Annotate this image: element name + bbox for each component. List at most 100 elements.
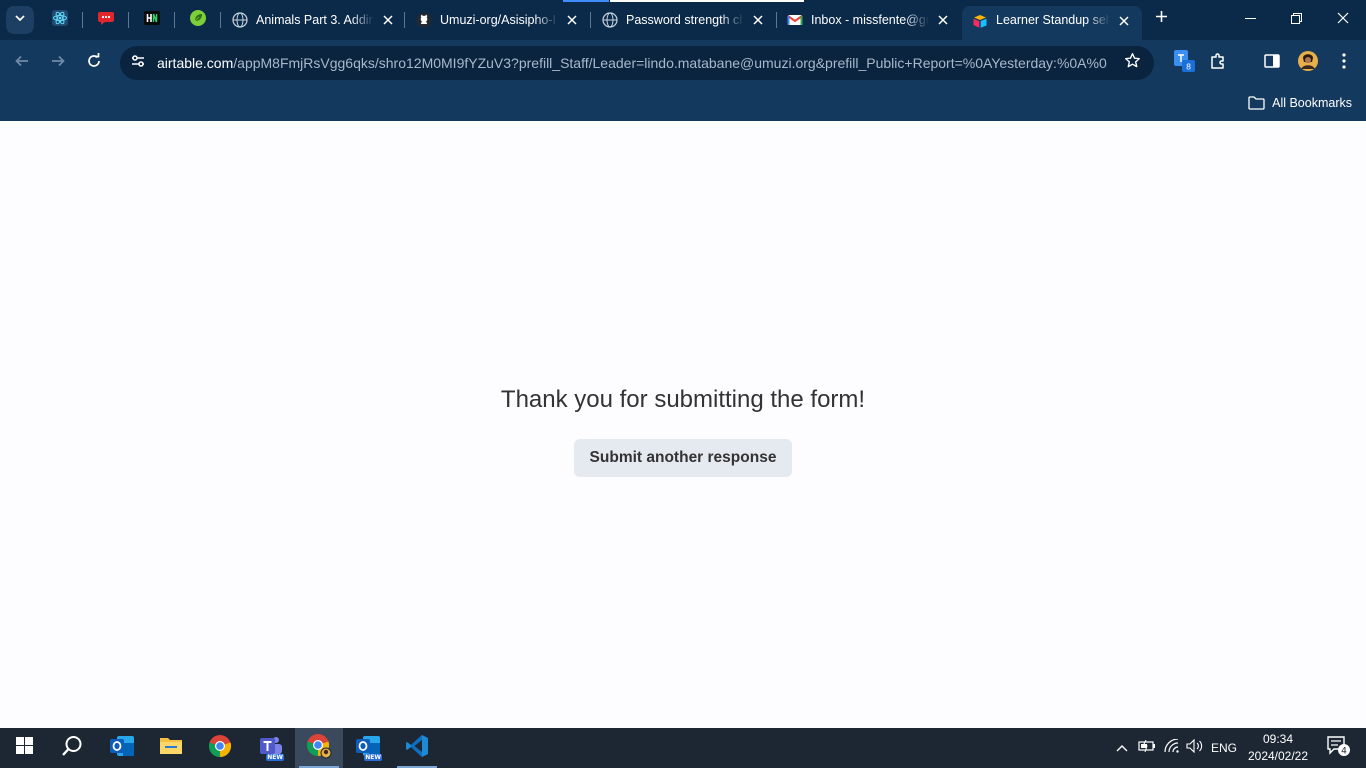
- close-window-button[interactable]: [1320, 0, 1366, 40]
- clock-date: 2024/02/22: [1247, 749, 1309, 763]
- tab-password[interactable]: Password strength ch: [602, 6, 766, 34]
- leaf-icon: [189, 9, 207, 32]
- windows-logo-icon: [15, 737, 33, 759]
- address-bar[interactable]: airtable.com/appM8FmjRsVgg6qks/shro12M0M…: [120, 46, 1154, 80]
- pinned-tab-hn[interactable]: [140, 8, 164, 32]
- clock-time: 09:34: [1262, 732, 1294, 746]
- translate-icon: 8: [1173, 49, 1197, 78]
- network-status[interactable]: [1161, 728, 1183, 768]
- confirmation-message: Thank you for submitting the form!: [500, 386, 866, 413]
- tab-separator: [590, 12, 591, 28]
- pinned-tab-react[interactable]: [48, 8, 72, 32]
- react-icon: [51, 9, 69, 32]
- taskbar-chrome-active[interactable]: [295, 728, 343, 768]
- site-info-button[interactable]: [124, 49, 152, 77]
- tune-icon: [130, 53, 146, 74]
- reload-icon: [86, 52, 102, 74]
- all-bookmarks-label: All Bookmarks: [1272, 96, 1352, 110]
- url-path: /appM8FmjRsVgg6qks/shro12M0MI9fYZuV3?pre…: [233, 55, 1107, 71]
- battery-status[interactable]: [1136, 728, 1158, 768]
- tab-strip: Animals Part 3. Adding Umuzi-org/Asisiph…: [0, 0, 1366, 40]
- github-icon: [416, 12, 432, 28]
- restore-button[interactable]: [1273, 0, 1319, 40]
- restore-icon: [1290, 11, 1302, 29]
- tray-overflow-button[interactable]: [1112, 728, 1132, 768]
- notification-center-button[interactable]: 4: [1318, 728, 1358, 768]
- back-button[interactable]: [7, 48, 37, 78]
- tab-separator: [404, 12, 405, 28]
- extension-badge: 8: [1186, 62, 1191, 71]
- more-vertical-icon: [1342, 52, 1346, 74]
- wifi-icon: [1164, 737, 1180, 758]
- chrome-icon: [208, 734, 232, 763]
- url-text: airtable.com/appM8FmjRsVgg6qks/shro12M0M…: [157, 55, 1107, 71]
- close-icon[interactable]: [1116, 13, 1132, 29]
- globe-icon: [232, 12, 248, 28]
- close-icon: [1337, 11, 1349, 29]
- notification-count: 4: [1341, 746, 1347, 756]
- pinned-tab-leaf[interactable]: [186, 8, 210, 32]
- tab-title: Inbox - missfente@gm: [811, 13, 929, 27]
- folder-icon: [159, 736, 183, 761]
- profile-avatar[interactable]: [1296, 50, 1320, 77]
- taskbar-vscode[interactable]: [393, 728, 441, 768]
- bookmarks-bar: All Bookmarks: [0, 86, 1366, 121]
- browser-menu-button[interactable]: [1332, 51, 1356, 75]
- clock[interactable]: 09:34 2024/02/22: [1244, 728, 1312, 768]
- tab-group-indicator: [563, 0, 609, 2]
- all-bookmarks-button[interactable]: All Bookmarks: [1248, 92, 1352, 114]
- extensions-button[interactable]: [1206, 51, 1230, 75]
- tab-title: Password strength ch: [626, 13, 744, 27]
- globe-icon: [602, 12, 618, 28]
- side-panel-icon: [1264, 53, 1280, 74]
- minimize-button[interactable]: [1227, 0, 1273, 40]
- reload-button[interactable]: [79, 48, 109, 78]
- start-button[interactable]: [0, 728, 48, 768]
- taskbar-outlook-new[interactable]: NEW: [344, 728, 392, 768]
- minimize-icon: [1244, 11, 1256, 29]
- tab-github[interactable]: Umuzi-org/Asisipho-I: [416, 6, 580, 34]
- chevron-down-icon: [14, 11, 26, 29]
- taskbar-chrome[interactable]: [196, 728, 244, 768]
- tab-separator: [776, 12, 777, 28]
- taskbar-search-button[interactable]: [48, 728, 96, 768]
- tab-title: Umuzi-org/Asisipho-I: [440, 13, 557, 27]
- battery-icon: [1138, 739, 1156, 757]
- tab-separator: [220, 12, 221, 28]
- taskbar-file-explorer[interactable]: [147, 728, 195, 768]
- hn-icon: [143, 9, 161, 32]
- tab-airtable[interactable]: Learner Standup self: [962, 6, 1142, 40]
- vscode-icon: [405, 734, 429, 763]
- taskbar-outlook[interactable]: [98, 728, 146, 768]
- new-tab-button[interactable]: [1150, 8, 1172, 30]
- extension-translate-button[interactable]: 8: [1173, 49, 1197, 78]
- search-icon: [61, 735, 83, 762]
- notification-icon: 4: [1325, 735, 1351, 762]
- taskbar-teams[interactable]: NEW: [246, 728, 294, 768]
- chat-bubble-icon: [97, 9, 115, 32]
- close-icon[interactable]: [380, 12, 396, 28]
- pinned-tab-chat[interactable]: [94, 8, 118, 32]
- tab-title: Animals Part 3. Adding: [256, 13, 374, 27]
- close-icon[interactable]: [750, 12, 766, 28]
- chrome-profile-icon: [306, 733, 332, 764]
- forward-button[interactable]: [43, 48, 73, 78]
- url-host: airtable.com: [157, 55, 234, 71]
- arrow-right-icon: [50, 53, 66, 74]
- tab-separator: [82, 12, 83, 28]
- speaker-icon: [1186, 738, 1204, 758]
- volume-control[interactable]: [1184, 728, 1206, 768]
- avatar-icon: [1297, 50, 1319, 77]
- tab-gmail[interactable]: Inbox - missfente@gm: [787, 6, 951, 34]
- submit-another-response-button[interactable]: Submit another response: [574, 439, 792, 477]
- tab-search-button[interactable]: [6, 6, 34, 34]
- close-icon[interactable]: [564, 12, 580, 28]
- bookmark-star-button[interactable]: [1122, 53, 1142, 73]
- side-panel-button[interactable]: [1260, 51, 1284, 75]
- language-indicator[interactable]: ENG: [1208, 728, 1240, 768]
- chevron-up-icon: [1116, 739, 1128, 757]
- tab-animals[interactable]: Animals Part 3. Adding: [232, 6, 396, 34]
- plus-icon: [1155, 10, 1168, 28]
- close-icon[interactable]: [935, 12, 951, 28]
- new-badge: NEW: [364, 754, 382, 761]
